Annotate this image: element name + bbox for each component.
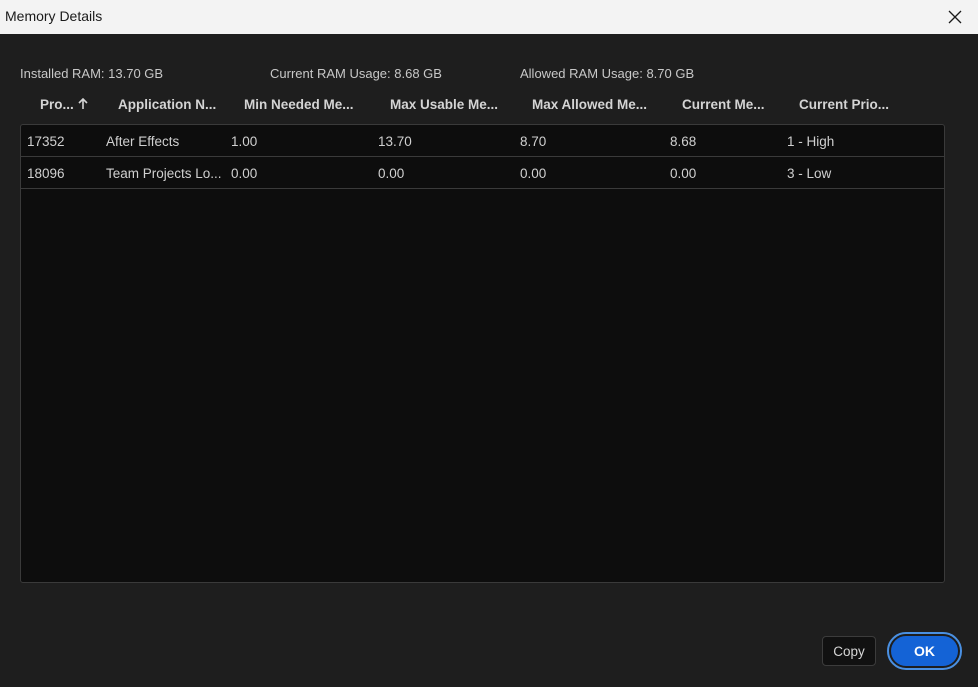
ok-button-label: OK — [891, 636, 958, 666]
cell-current-memory: 0.00 — [670, 166, 697, 181]
allowed-ram-usage-text: Allowed RAM Usage: 8.70 GB — [520, 66, 695, 81]
cell-max-usable-memory: 13.70 — [378, 134, 412, 149]
current-ram-usage-text: Current RAM Usage: 8.68 GB — [270, 66, 442, 81]
copy-button[interactable]: Copy — [822, 636, 876, 666]
title-bar: Memory Details — [0, 0, 978, 34]
cell-application-name: Team Projects Lo... — [106, 166, 222, 181]
column-header-process-id[interactable]: Pro... — [40, 97, 88, 112]
cell-min-needed-memory: 1.00 — [231, 134, 258, 149]
cell-current-priority: 1 - High — [787, 134, 835, 149]
installed-ram-text: Installed RAM: 13.70 GB — [20, 66, 164, 81]
memory-table: 17352 After Effects 1.00 13.70 8.70 8.68… — [20, 124, 945, 583]
column-header-label: Pro... — [40, 97, 74, 112]
close-icon — [948, 10, 962, 24]
table-row[interactable]: 17352 After Effects 1.00 13.70 8.70 8.68… — [21, 126, 944, 157]
close-button[interactable] — [932, 0, 978, 34]
dialog-body: Installed RAM: 13.70 GB Current RAM Usag… — [0, 34, 978, 687]
cell-max-allowed-memory: 0.00 — [520, 166, 547, 181]
cell-application-name: After Effects — [106, 134, 180, 149]
table-row[interactable]: 18096 Team Projects Lo... 0.00 0.00 0.00… — [21, 158, 944, 189]
column-header-current-memory[interactable]: Current Me... — [682, 97, 765, 112]
cell-process-id: 18096 — [27, 166, 65, 181]
ram-stats: Installed RAM: 13.70 GB Current RAM Usag… — [0, 66, 978, 82]
column-header-max-usable-memory[interactable]: Max Usable Me... — [390, 97, 498, 112]
ok-button[interactable]: OK — [887, 632, 962, 670]
cell-process-id: 17352 — [27, 134, 65, 149]
cell-min-needed-memory: 0.00 — [231, 166, 258, 181]
table-header: Pro... Application N... Min Needed Me...… — [0, 97, 978, 115]
sort-ascending-icon — [78, 98, 88, 109]
cell-max-usable-memory: 0.00 — [378, 166, 405, 181]
column-header-min-needed-memory[interactable]: Min Needed Me... — [244, 97, 354, 112]
window-title: Memory Details — [5, 8, 103, 24]
cell-current-memory: 8.68 — [670, 134, 697, 149]
column-header-max-allowed-memory[interactable]: Max Allowed Me... — [532, 97, 647, 112]
cell-current-priority: 3 - Low — [787, 166, 832, 181]
column-header-application-name[interactable]: Application N... — [118, 97, 216, 112]
column-header-current-priority[interactable]: Current Prio... — [799, 97, 889, 112]
cell-max-allowed-memory: 8.70 — [520, 134, 547, 149]
